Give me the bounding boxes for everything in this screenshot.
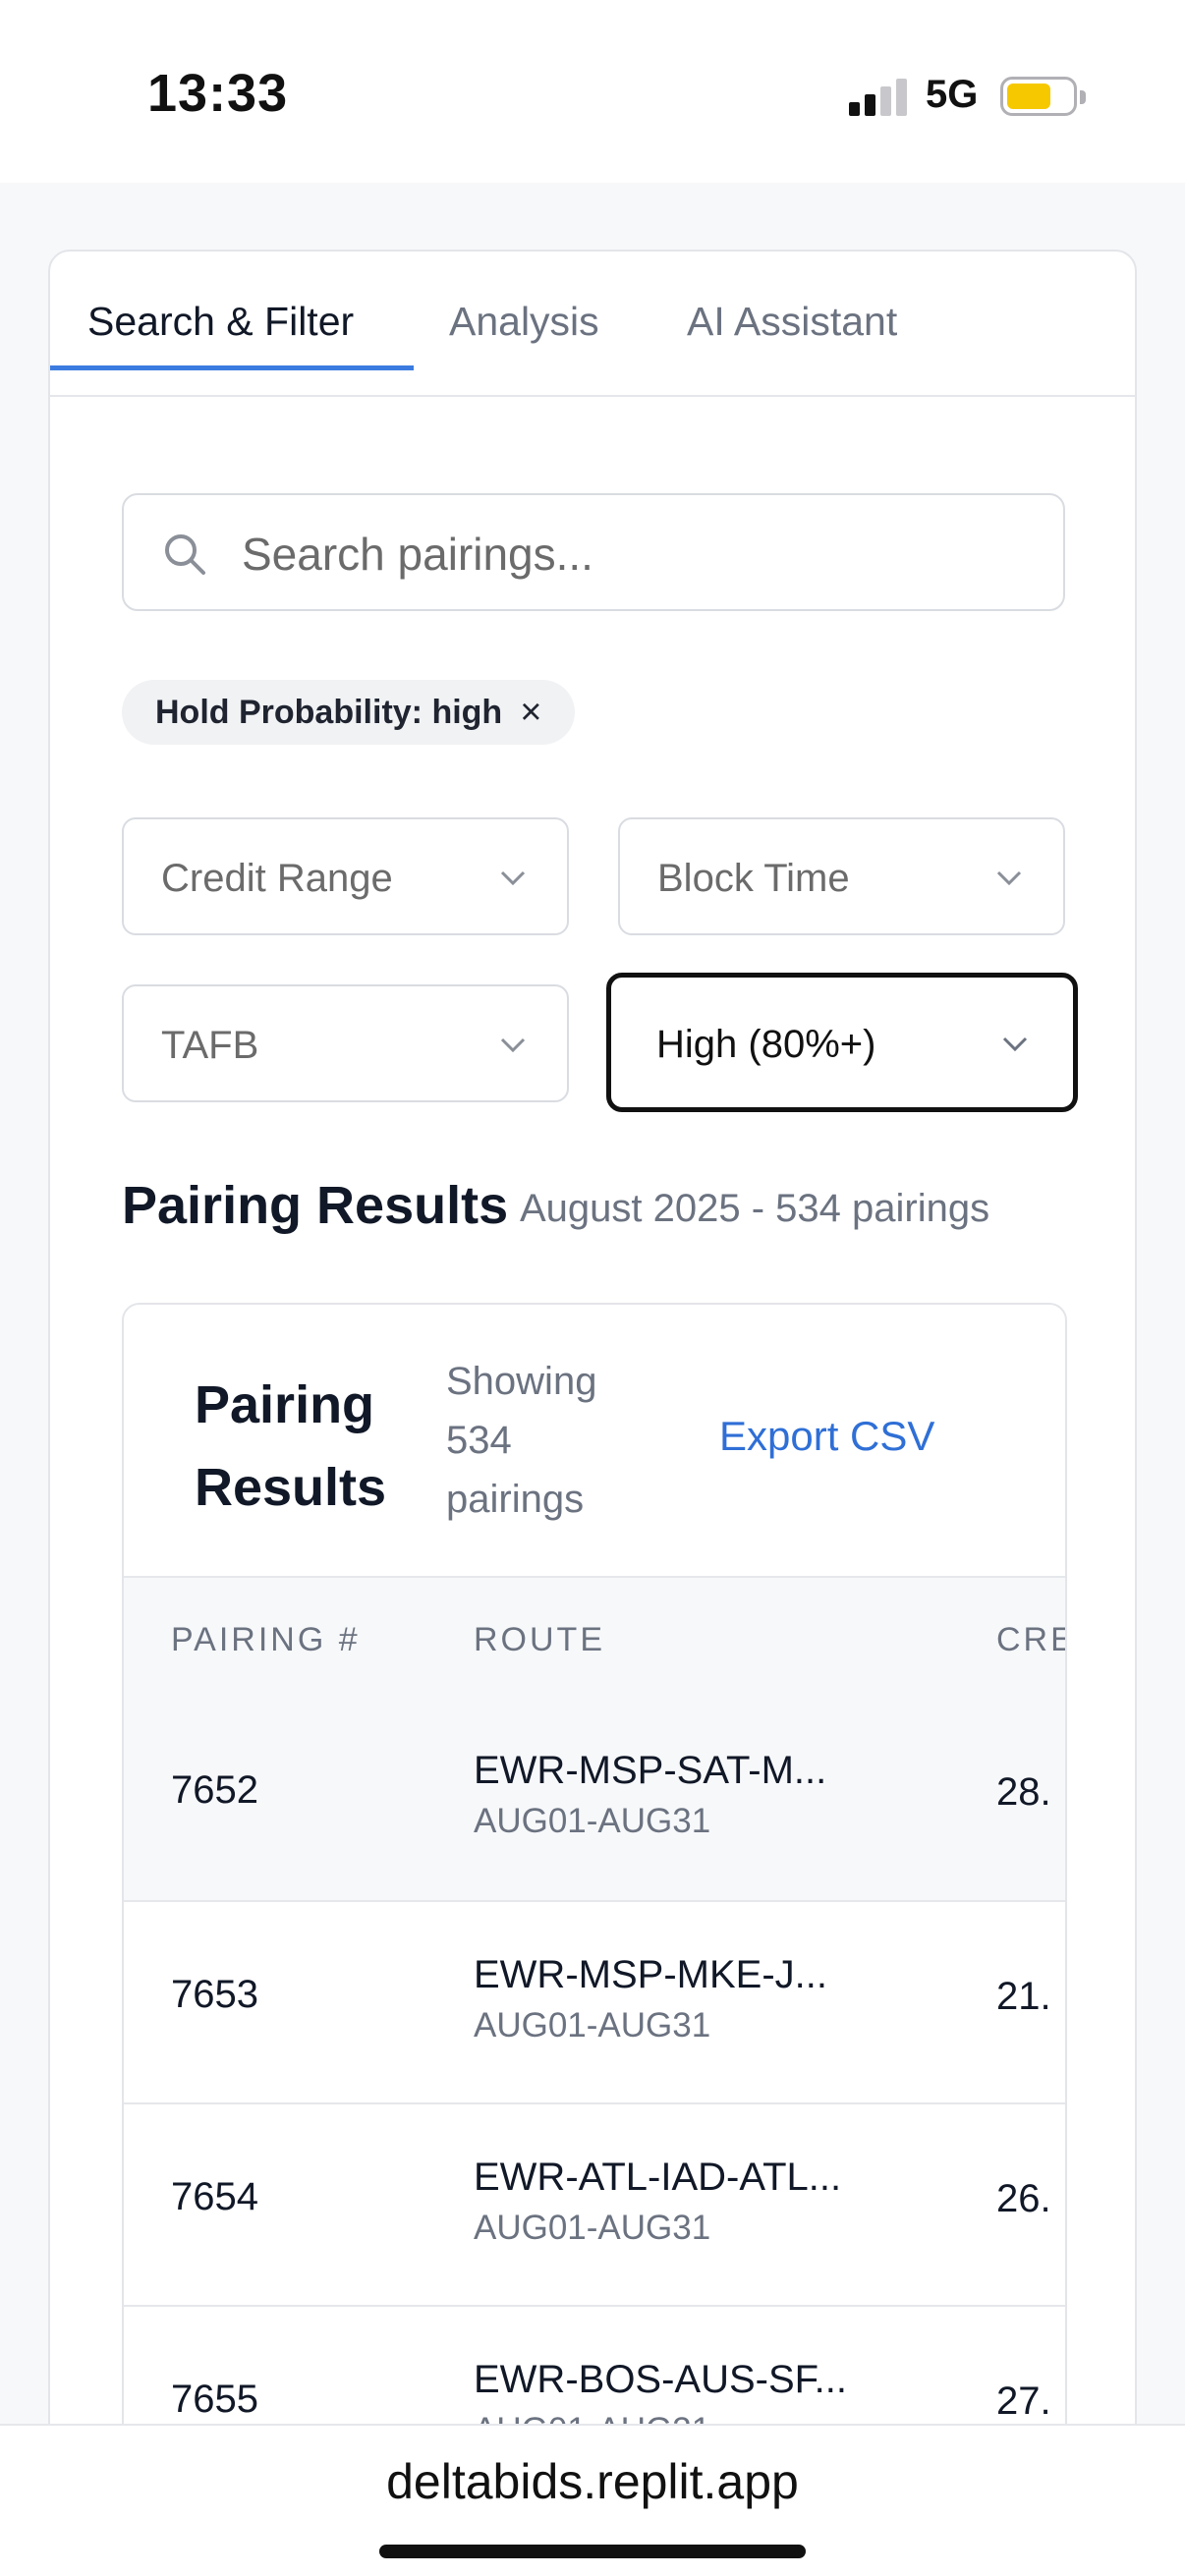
network-label: 5G (926, 73, 979, 116)
chevron-down-icon (1002, 1036, 1028, 1052)
pairing-dates: AUG01-AUG31 (474, 2006, 711, 2044)
pairing-credit: 26. (996, 2177, 1051, 2220)
chevron-down-icon (500, 870, 526, 886)
tab-analysis[interactable]: Analysis (449, 299, 599, 345)
dropdown-label: High (80%+) (656, 1023, 876, 1066)
pairing-number: 7655 (171, 2378, 258, 2421)
battery-icon (1000, 77, 1086, 116)
active-tab-indicator (50, 365, 414, 370)
showing-count: Showing 534 pairings (446, 1360, 597, 1521)
dropdown-label: Credit Range (161, 857, 393, 900)
filter-chip-label: Hold Probability: high (155, 693, 503, 731)
signal-strength-icon (849, 79, 908, 116)
table-row[interactable]: 7653 EWR-MSP-MKE-J... AUG01-AUG31 21. (124, 1900, 1065, 2102)
pairing-route: EWR-MSP-MKE-J... (474, 1953, 827, 1996)
pairing-credit: 27. (996, 2380, 1051, 2423)
chevron-down-icon (996, 870, 1022, 886)
url-label[interactable]: deltabids.replit.app (0, 2453, 1185, 2510)
pairing-credit: 28. (996, 1770, 1051, 1814)
browser-address-bar[interactable]: deltabids.replit.app (0, 2424, 1185, 2576)
status-time: 13:33 (147, 64, 289, 123)
pairing-number: 7652 (171, 1768, 258, 1812)
chevron-down-icon (500, 1037, 526, 1053)
home-indicator[interactable] (379, 2545, 806, 2558)
column-header-pairing[interactable]: PAIRING # (171, 1621, 361, 1659)
pairing-credit: 21. (996, 1975, 1051, 2018)
dropdown-label: Block Time (657, 857, 850, 900)
column-header-credit[interactable]: CRE (996, 1621, 1065, 1659)
pairing-route: EWR-MSP-SAT-M... (474, 1749, 827, 1792)
table-header: PAIRING # ROUTE CRE (124, 1576, 1065, 1698)
column-header-route[interactable]: ROUTE (474, 1621, 605, 1659)
pairing-number: 7653 (171, 1973, 258, 2016)
status-bar: 13:33 5G (0, 0, 1185, 183)
export-csv-button[interactable]: Export CSV (719, 1413, 934, 1460)
search-box[interactable] (122, 493, 1065, 611)
pairing-dates: AUG01-AUG31 (474, 1802, 711, 1840)
dropdown-label: TAFB (161, 1024, 259, 1067)
pairing-dates: AUG01-AUG31 (474, 2209, 711, 2247)
search-input[interactable] (242, 515, 1028, 593)
table-row[interactable]: 7652 EWR-MSP-SAT-M... AUG01-AUG31 28. (124, 1698, 1065, 1900)
tab-ai-assistant[interactable]: AI Assistant (687, 299, 897, 345)
search-icon (165, 534, 205, 575)
filter-chip-hold-probability: Hold Probability: high × (122, 680, 576, 745)
tab-search-filter[interactable]: Search & Filter (87, 299, 354, 345)
pairing-route: EWR-BOS-AUS-SF... (474, 2358, 848, 2401)
results-subtitle: August 2025 - 534 pairings (520, 1187, 990, 1230)
main-card: Search & Filter Analysis AI Assistant Ho… (48, 250, 1137, 2509)
table-card-title: Pairing Results (195, 1375, 387, 1517)
block-time-dropdown[interactable]: Block Time (618, 817, 1065, 935)
tafb-dropdown[interactable]: TAFB (122, 984, 569, 1102)
pairing-number: 7654 (171, 2175, 258, 2218)
results-table-card: Pairing Results Showing 534 pairings Exp… (122, 1303, 1067, 2507)
results-heading: Pairing Results (122, 1176, 509, 1235)
close-icon[interactable]: × (520, 694, 541, 731)
credit-range-dropdown[interactable]: Credit Range (122, 817, 569, 935)
hold-probability-dropdown[interactable]: High (80%+) (606, 973, 1078, 1112)
pairing-route: EWR-ATL-IAD-ATL... (474, 2156, 842, 2199)
table-row[interactable]: 7654 EWR-ATL-IAD-ATL... AUG01-AUG31 26. (124, 2102, 1065, 2305)
tab-bar: Search & Filter Analysis AI Assistant (50, 252, 1135, 397)
